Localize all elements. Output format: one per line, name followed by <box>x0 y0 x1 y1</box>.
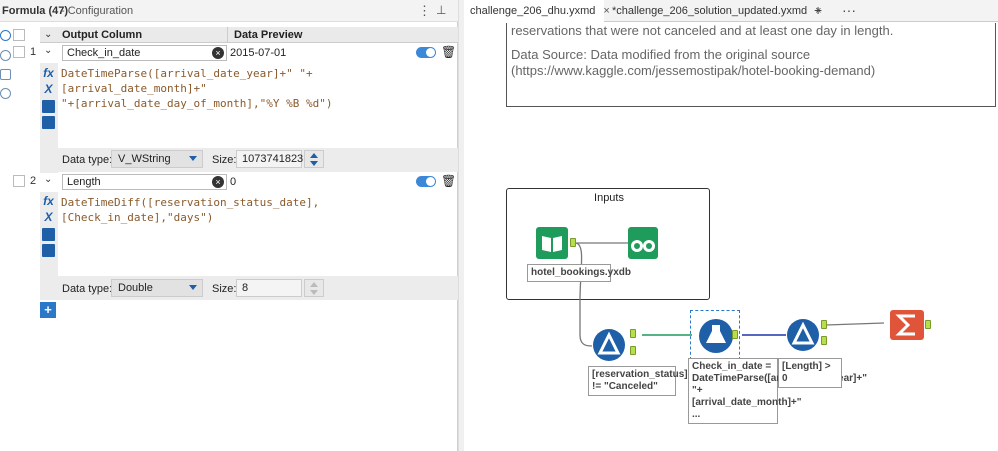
chevron-down-icon[interactable]: ⌄ <box>44 29 52 40</box>
data-type-value: V_WString <box>118 153 171 165</box>
column-header-output: Output Column <box>62 29 143 41</box>
help-icon[interactable] <box>0 88 11 99</box>
chevron-down-icon[interactable]: ⌄ <box>44 174 52 185</box>
trash-icon[interactable]: 🗑 <box>441 174 456 188</box>
grid-header: ⌄ Output Column Data Preview <box>40 27 458 43</box>
formula-row-checkbox[interactable] <box>13 46 25 58</box>
trash-icon[interactable]: 🗑 <box>441 45 456 59</box>
book-icon <box>536 227 568 259</box>
filter-tool-length[interactable] <box>786 318 820 355</box>
configuration-panel: Formula (47) - Configuration ⋮ ⊥ ⌄ Outpu… <box>0 0 458 451</box>
output-anchor[interactable] <box>732 330 738 339</box>
chevron-down-icon[interactable]: ⌄ <box>44 45 52 56</box>
size-label: Size: <box>212 283 237 295</box>
formula-row-checkbox[interactable] <box>13 175 25 187</box>
expression-editor[interactable]: DateTimeDiff([reservation_status_date],[… <box>61 195 456 225</box>
open-folder-icon[interactable] <box>42 100 55 113</box>
filter-annotation: [Length] > 0 <box>778 358 842 388</box>
input-data-tool[interactable] <box>536 227 568 262</box>
config-subtitle: - Configuration <box>61 5 134 17</box>
save-icon[interactable] <box>42 116 55 129</box>
clear-icon[interactable]: × <box>212 176 224 188</box>
save-icon[interactable] <box>42 244 55 257</box>
filter-icon <box>593 329 625 361</box>
false-anchor[interactable] <box>821 336 827 345</box>
connector <box>574 242 593 347</box>
size-field[interactable]: 8 <box>236 279 302 297</box>
variable-icon[interactable]: X <box>41 210 56 225</box>
data-preview-value: 0 <box>230 176 237 188</box>
expression-line: DateTimeParse([arrival_date_year]+" "+[a… <box>61 67 313 95</box>
formula-row-number: 1 <box>30 46 37 58</box>
select-all-checkbox[interactable] <box>13 29 25 41</box>
true-anchor[interactable] <box>630 329 636 338</box>
column-header-preview: Data Preview <box>234 29 303 41</box>
more-options-icon[interactable]: ⋮ <box>418 3 431 19</box>
connection-icon[interactable] <box>0 50 11 61</box>
expression-editor[interactable]: DateTimeParse([arrival_date_year]+" "+[a… <box>61 66 456 111</box>
size-stepper[interactable] <box>304 150 324 168</box>
tag-icon[interactable] <box>0 69 11 80</box>
dropdown-arrow-icon <box>189 156 197 161</box>
dropdown-arrow-icon <box>189 285 197 290</box>
data-type-label: Data type: <box>62 283 113 295</box>
data-preview-value: 2015-07-01 <box>230 47 287 59</box>
open-folder-icon[interactable] <box>42 228 55 241</box>
formula-row-number: 2 <box>30 175 37 187</box>
binoculars-icon <box>628 227 658 259</box>
config-titlebar: Formula (47) - Configuration ⋮ ⊥ <box>0 0 458 22</box>
add-formula-button[interactable]: + <box>40 302 56 318</box>
expression-line: DateTimeDiff([reservation_status_date],[… <box>61 196 320 224</box>
false-anchor[interactable] <box>630 346 636 355</box>
config-title: Formula (47) <box>2 5 69 17</box>
size-stepper[interactable] <box>304 279 324 297</box>
pin-icon[interactable]: ⊥ <box>436 3 446 17</box>
data-type-label: Data type: <box>62 154 113 166</box>
filter-icon <box>787 319 819 351</box>
function-icon[interactable]: fx <box>41 194 56 209</box>
summarize-tool[interactable] <box>890 310 924 343</box>
column-separator <box>227 27 228 43</box>
clear-icon[interactable]: × <box>212 47 224 59</box>
workflow-area: challenge_206_dhu.yxmd × *challenge_206_s… <box>464 0 998 451</box>
formula-toggle[interactable] <box>416 176 436 187</box>
formula-annotation: Check_in_date = DateTimeParse([arrival_d… <box>688 358 867 424</box>
size-field[interactable]: 1073741823 <box>236 150 303 168</box>
expression-line: "+[arrival_date_day_of_month],"%Y %B %d"… <box>61 97 333 110</box>
output-column-field[interactable]: Length <box>62 174 227 190</box>
size-label: Size: <box>212 154 237 166</box>
sigma-icon <box>890 310 924 340</box>
variable-icon[interactable]: X <box>41 82 56 97</box>
output-column-field[interactable]: Check_in_date <box>62 45 227 61</box>
data-type-select[interactable]: V_WString <box>111 150 203 168</box>
input-annotation: hotel_bookings.yxdb <box>527 264 631 282</box>
data-type-value: Double <box>118 282 153 294</box>
output-anchor[interactable] <box>570 238 576 247</box>
gear-icon[interactable] <box>0 30 11 41</box>
connector <box>825 322 885 326</box>
function-icon[interactable]: fx <box>41 66 56 81</box>
filter-annotation: [reservation_status] != "Canceled" <box>588 366 688 396</box>
true-anchor[interactable] <box>821 320 827 329</box>
filter-tool-status[interactable] <box>592 328 626 365</box>
formula-toggle[interactable] <box>416 47 436 58</box>
output-anchor[interactable] <box>925 320 931 329</box>
browse-tool[interactable] <box>628 227 658 262</box>
data-type-select[interactable]: Double <box>111 279 203 297</box>
config-sidebar <box>0 22 12 451</box>
